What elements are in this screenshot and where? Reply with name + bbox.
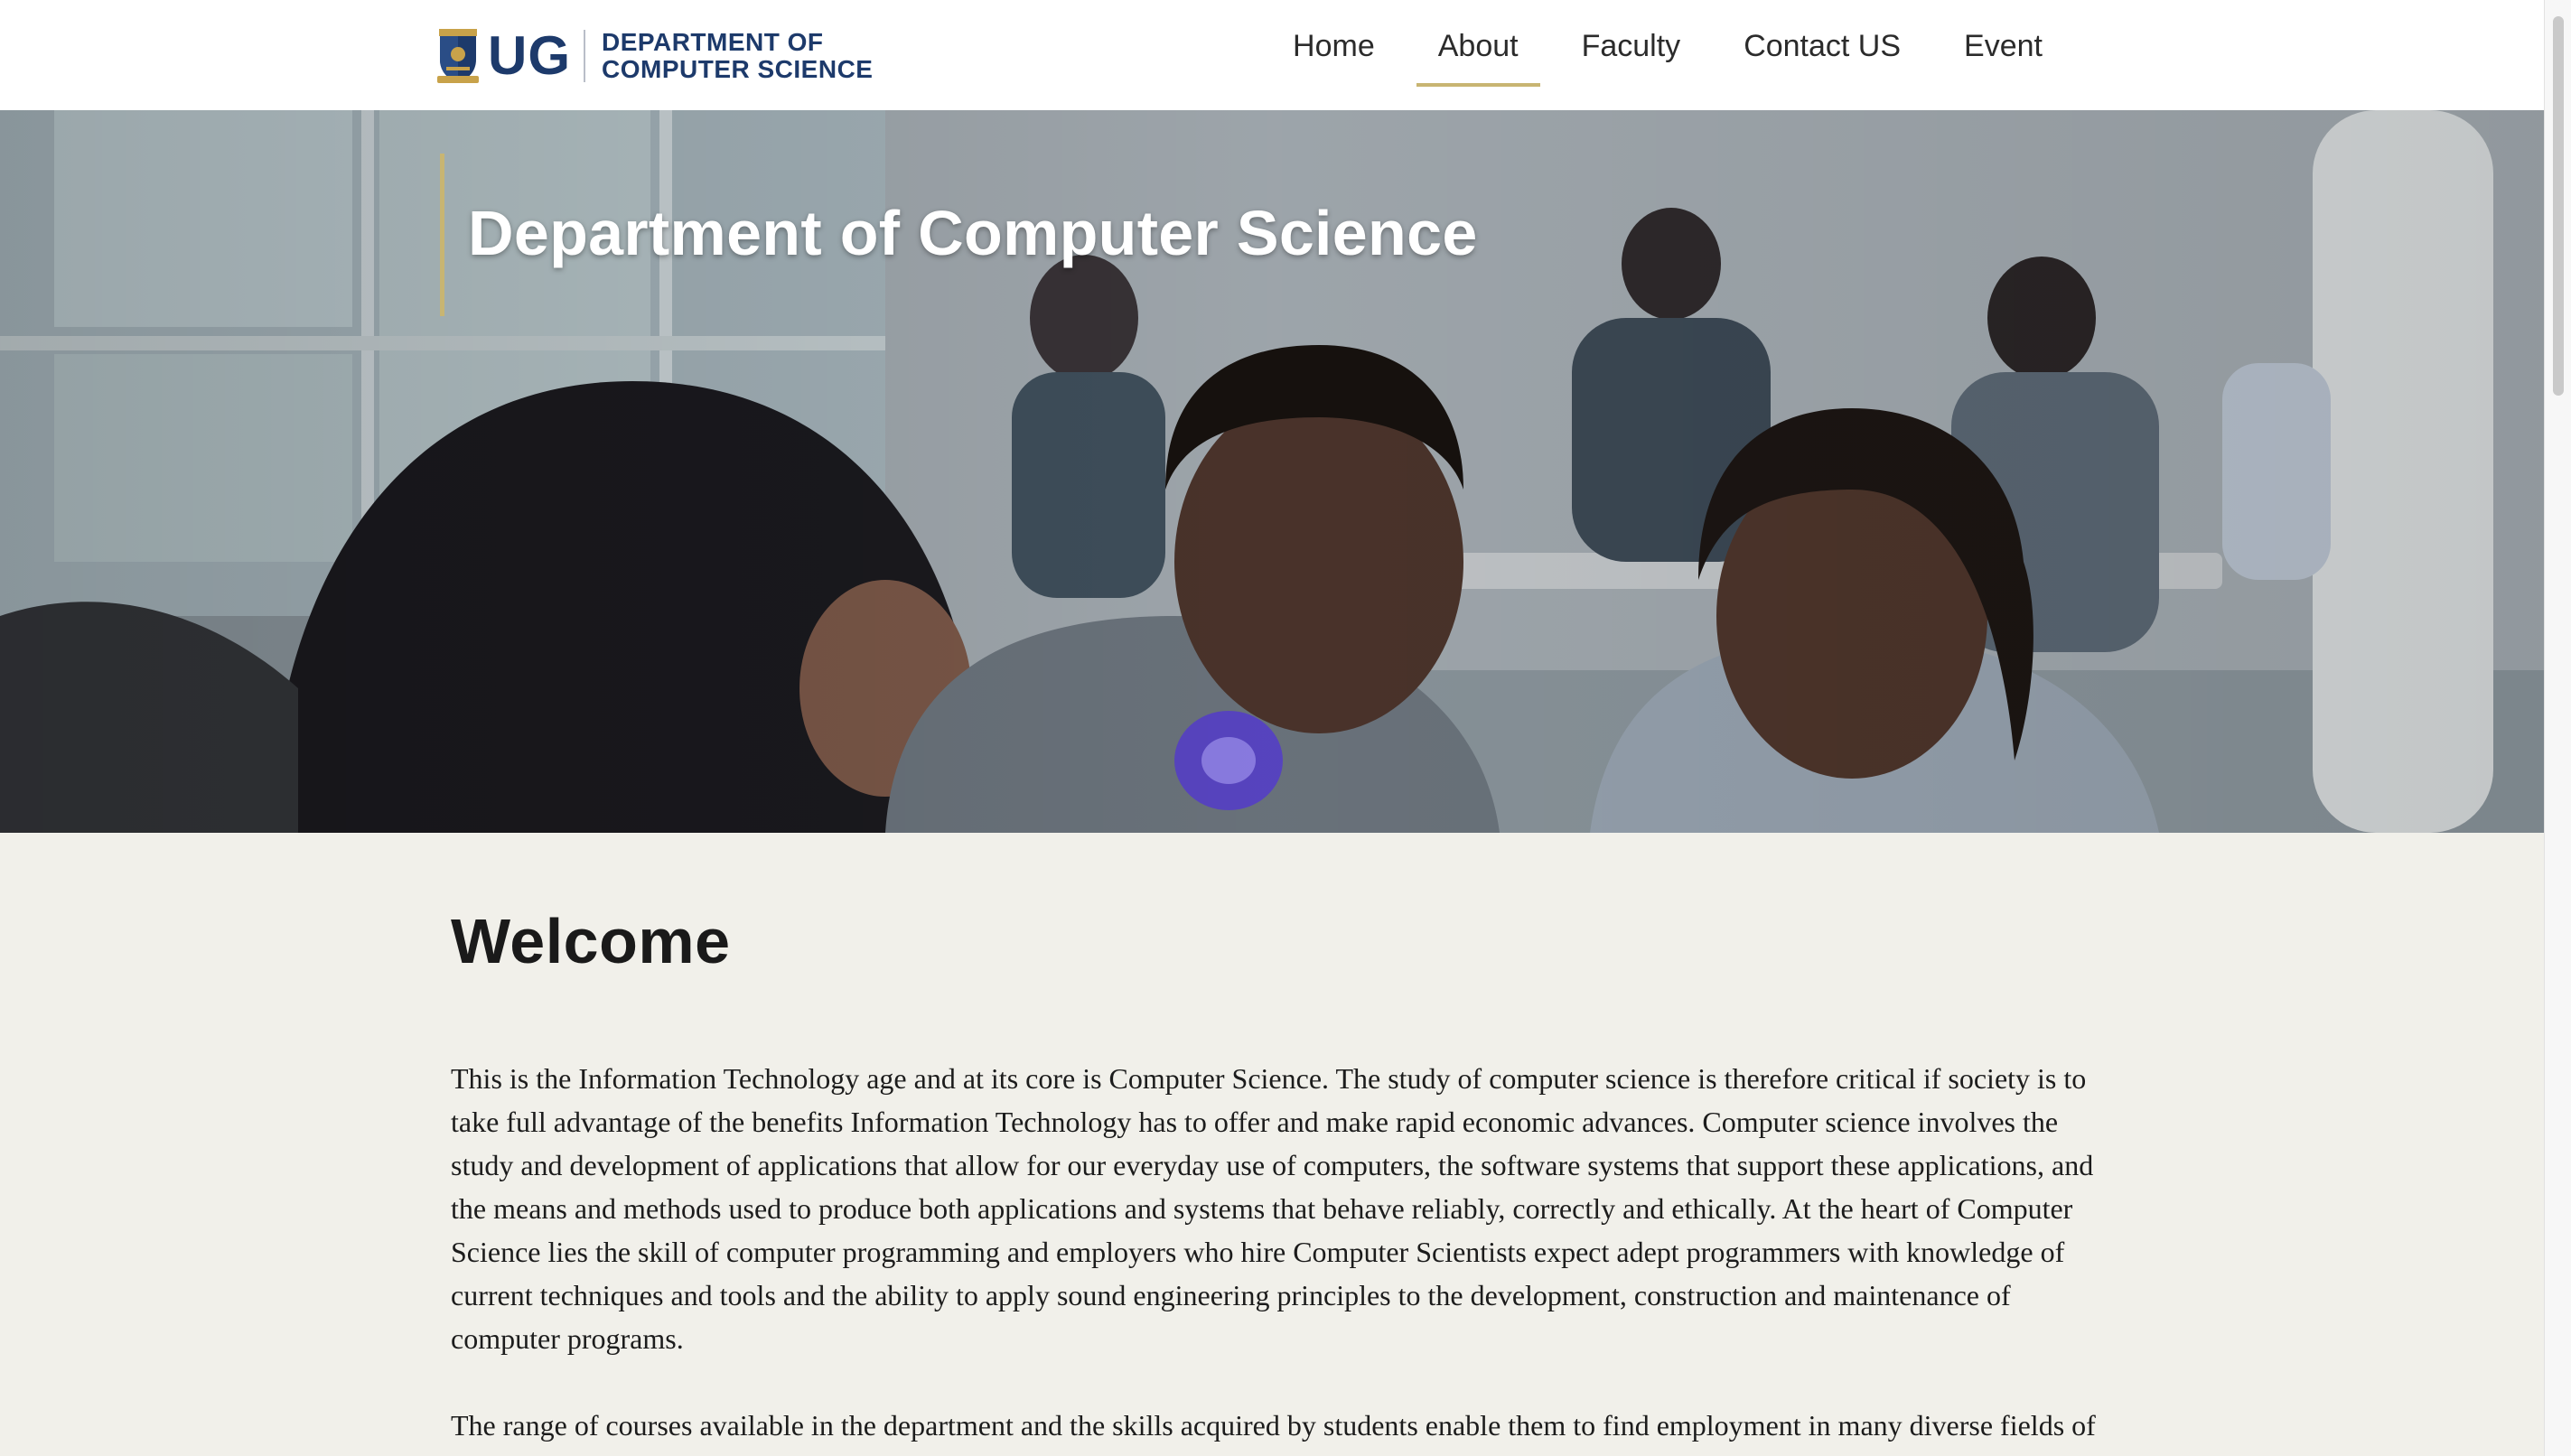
logo-divider	[584, 30, 585, 82]
nav-about[interactable]: About	[1416, 0, 1540, 110]
logo-text: DEPARTMENT OF COMPUTER SCIENCE	[602, 29, 873, 83]
main-nav: Home About Faculty Contact US Event	[1261, 0, 2074, 110]
logo-line-1: DEPARTMENT OF	[602, 28, 824, 56]
hero-accent-bar	[440, 154, 444, 316]
intro-paragraph: This is the Information Technology age a…	[451, 1062, 2094, 1355]
logo-line-2: COMPUTER SCIENCE	[602, 55, 874, 83]
nav-event[interactable]: Event	[1942, 0, 2064, 110]
hero-banner: Department of Computer Science	[0, 110, 2544, 833]
nav-contact-us[interactable]: Contact US	[1722, 0, 1922, 110]
page-scrollbar[interactable]	[2544, 0, 2571, 1456]
nav-faculty[interactable]: Faculty	[1560, 0, 1703, 110]
university-crest-icon	[437, 29, 479, 83]
site-logo[interactable]: UG DEPARTMENT OF COMPUTER SCIENCE	[437, 27, 873, 85]
hero-title: Department of Computer Science	[468, 198, 1478, 268]
nav-home[interactable]: Home	[1271, 0, 1397, 110]
page: UG DEPARTMENT OF COMPUTER SCIENCE Home A…	[0, 0, 2571, 1456]
courses-paragraph: The range of courses available in the de…	[451, 1409, 2096, 1442]
welcome-heading: Welcome	[451, 906, 731, 976]
logo-mark: UG	[488, 25, 571, 86]
site-header: UG DEPARTMENT OF COMPUTER SCIENCE Home A…	[0, 0, 2544, 110]
scrollbar-thumb[interactable]	[2553, 16, 2564, 396]
main-content: Welcome This is the Information Technolo…	[451, 905, 2113, 1447]
